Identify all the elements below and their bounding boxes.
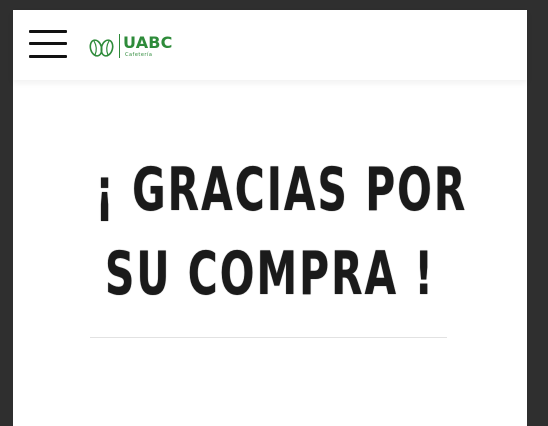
uabc-logo[interactable]: UABC Cafetería xyxy=(89,32,179,62)
page-frame: UABC Cafetería ¡ GRACIAS POR SU COMPRA ! xyxy=(13,10,527,426)
logo-divider xyxy=(119,34,120,58)
menu-line xyxy=(29,55,67,58)
coffee-beans-icon xyxy=(89,39,114,57)
menu-line xyxy=(29,30,67,33)
thank-you-line-2: SU COMPRA ! xyxy=(104,239,436,309)
logo-subtext: Cafetería xyxy=(125,52,153,58)
top-navigation-bar: UABC Cafetería xyxy=(13,10,527,80)
logo-text: UABC xyxy=(123,33,173,52)
menu-line xyxy=(29,42,67,45)
thank-you-heading: ¡ GRACIAS POR SU COMPRA ! xyxy=(13,148,527,316)
divider xyxy=(90,337,447,338)
hamburger-menu-icon[interactable] xyxy=(29,28,67,60)
thank-you-line-1: ¡ GRACIAS POR xyxy=(95,155,468,225)
